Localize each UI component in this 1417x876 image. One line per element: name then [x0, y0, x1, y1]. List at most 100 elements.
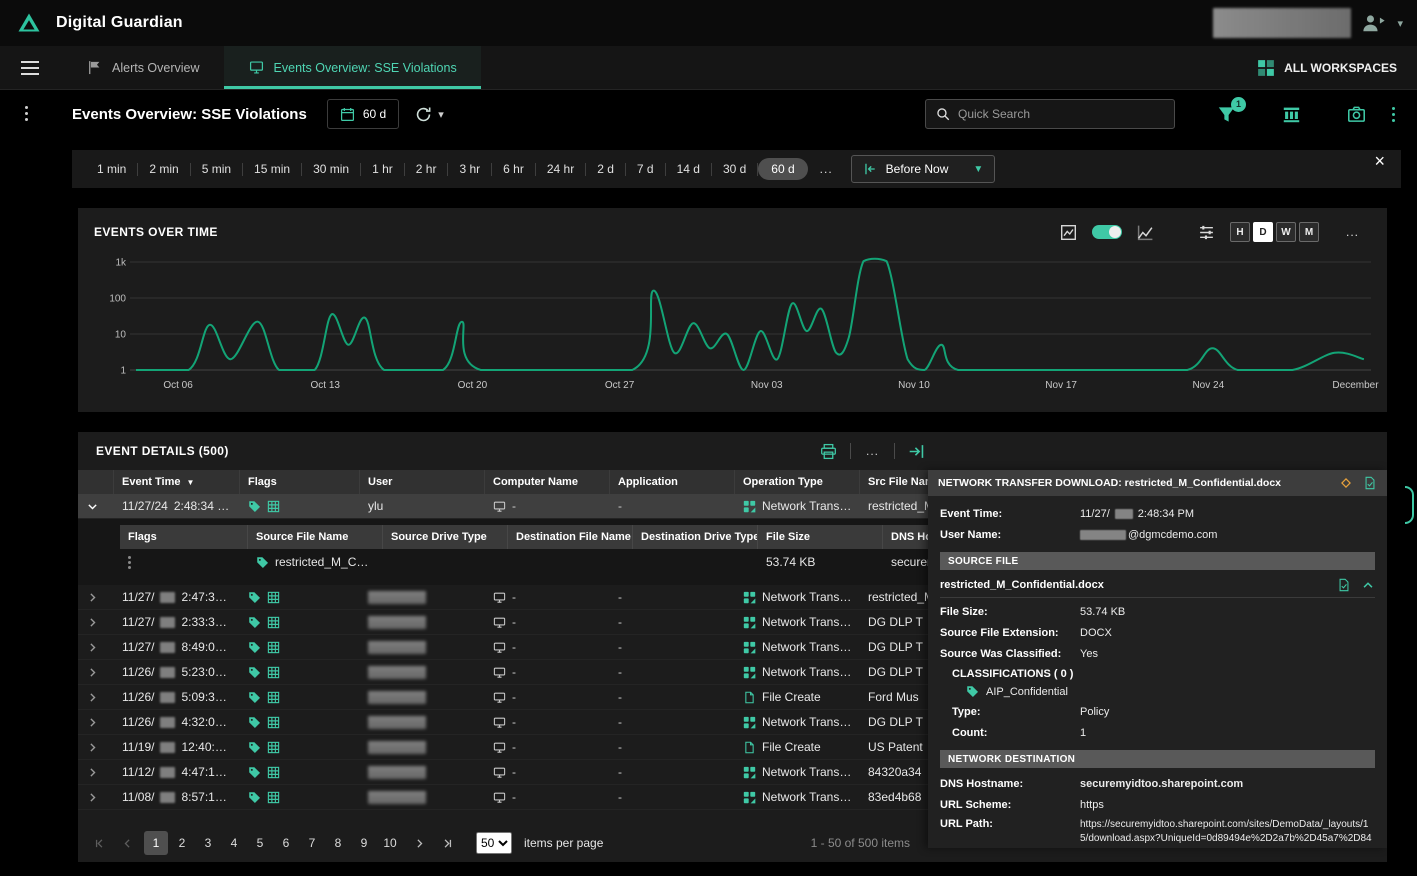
event-row[interactable]: 11/12/4:47:17 …--Network Transfer84320a3… [78, 760, 928, 785]
page-6-button[interactable]: 6 [274, 831, 298, 855]
policy-diamond-icon[interactable] [1339, 476, 1353, 490]
export-arrow-icon[interactable] [908, 443, 925, 460]
quick-search[interactable] [925, 99, 1175, 129]
granularity-h-button[interactable]: H [1230, 222, 1250, 242]
page-9-button[interactable]: 9 [352, 831, 376, 855]
time-range-option[interactable]: 2 min [138, 162, 189, 176]
event-row[interactable]: 11/19/12:40:3…--File CreateUS Patent [78, 735, 928, 760]
time-range-option[interactable]: 2 hr [405, 162, 448, 176]
time-range-option[interactable]: 2 d [586, 162, 625, 176]
time-range-option[interactable]: 24 hr [536, 162, 585, 176]
operation-type-cell: Network Transfer [735, 494, 860, 518]
more-ranges-button[interactable]: ... [808, 162, 845, 176]
time-range-option[interactable]: 1 min [86, 162, 137, 176]
time-range-option[interactable]: 30 d [712, 162, 757, 176]
details-more-button[interactable]: ... [864, 444, 881, 458]
table-columns-icon[interactable] [1282, 105, 1301, 124]
first-page-button[interactable] [86, 830, 112, 856]
page-menu-kebab-icon[interactable] [25, 106, 28, 121]
event-row[interactable]: 11/26/5:09:32 …--File CreateFord Mus [78, 685, 928, 710]
chevron-right-icon [86, 791, 99, 804]
search-input[interactable] [958, 107, 1164, 121]
page-5-button[interactable]: 5 [248, 831, 272, 855]
collapse-chevron-up-icon[interactable] [1361, 578, 1375, 592]
before-now-dropdown[interactable]: Before Now ▼ [851, 155, 996, 183]
time-range-option[interactable]: 7 d [626, 162, 665, 176]
snapshot-camera-icon[interactable] [1347, 105, 1366, 124]
previous-page-button[interactable] [114, 830, 140, 856]
refresh-icon[interactable] [415, 106, 432, 123]
time-range-option[interactable]: 15 min [243, 162, 301, 176]
items-per-page-select[interactable]: 50 [476, 832, 512, 854]
user-switch-icon[interactable] [1361, 13, 1387, 33]
application-cell: - [610, 710, 735, 734]
expand-row-button[interactable] [78, 685, 114, 709]
time-range-option[interactable]: 30 min [302, 162, 360, 176]
toolbar-more-kebab-icon[interactable] [1392, 107, 1395, 122]
column-header-application[interactable]: Application [610, 470, 735, 494]
event-row[interactable]: 11/27/2:33:34 …--Network TransferDG DLP … [78, 610, 928, 635]
expand-row-button[interactable] [78, 610, 114, 634]
time-grouping-icon[interactable] [1198, 224, 1215, 241]
event-row[interactable]: 11/26/5:23:02 …--Network TransferDG DLP … [78, 660, 928, 685]
scroll-indicator[interactable] [1405, 486, 1414, 524]
column-header-flags[interactable]: Flags [240, 470, 360, 494]
page-2-button[interactable]: 2 [170, 831, 194, 855]
date-range-button[interactable]: 60 d [327, 99, 399, 129]
column-header-src-file-name[interactable]: Src File Name [860, 470, 928, 494]
log-scale-toggle[interactable] [1092, 225, 1122, 239]
page-7-button[interactable]: 7 [300, 831, 324, 855]
chevron-down-icon[interactable]: ▾ [1397, 17, 1403, 30]
granularity-m-button[interactable]: M [1299, 222, 1319, 242]
event-row[interactable]: 11/08/8:57:18 …--Network Transfer83ed4b6… [78, 785, 928, 810]
file-check-icon[interactable] [1337, 578, 1351, 592]
expand-row-button[interactable] [78, 710, 114, 734]
event-row[interactable]: 11/26/4:32:00 …--Network TransferDG DLP … [78, 710, 928, 735]
event-row[interactable]: 11/27/8:49:05 …--Network TransferDG DLP … [78, 635, 928, 660]
page-10-button[interactable]: 10 [378, 831, 402, 855]
menu-icon[interactable] [20, 60, 40, 76]
user-cell [360, 610, 485, 634]
refresh-options-chevron-icon[interactable]: ▾ [438, 108, 444, 121]
collapse-row-button[interactable] [78, 494, 114, 518]
event-row[interactable]: 11/27/242:48:34 PMylu--Network Transferr… [78, 494, 928, 519]
chevron-right-icon [86, 591, 99, 604]
column-header-computer-name[interactable]: Computer Name [485, 470, 610, 494]
filter-icon[interactable]: 1 [1217, 105, 1236, 124]
page-3-button[interactable]: 3 [196, 831, 220, 855]
column-header-user[interactable]: User [360, 470, 485, 494]
column-header-event-time[interactable]: Event Time▼ [114, 470, 240, 494]
tab-alerts-overview[interactable]: Alerts Overview [62, 46, 224, 89]
next-page-button[interactable] [406, 830, 432, 856]
time-range-option[interactable]: 5 min [191, 162, 242, 176]
page-8-button[interactable]: 8 [326, 831, 350, 855]
time-range-option[interactable]: 3 hr [448, 162, 491, 176]
granularity-w-button[interactable]: W [1276, 222, 1296, 242]
close-icon[interactable]: × [1364, 150, 1395, 170]
tab-events-overview-sse-violations[interactable]: Events Overview: SSE Violations [224, 46, 481, 89]
time-range-option[interactable]: 14 d [666, 162, 711, 176]
expand-row-button[interactable] [78, 760, 114, 784]
time-range-option[interactable]: 1 hr [361, 162, 404, 176]
line-chart-icon[interactable] [1137, 224, 1154, 241]
column-header-operation-type[interactable]: Operation Type [735, 470, 860, 494]
expand-row-button[interactable] [78, 585, 114, 609]
expand-row-button[interactable] [78, 735, 114, 759]
event-row[interactable]: 11/27/2:47:34 …--Network Transferrestric… [78, 585, 928, 610]
time-range-option[interactable]: 6 hr [492, 162, 535, 176]
expand-row-button[interactable] [78, 635, 114, 659]
expand-row-button[interactable] [78, 785, 114, 809]
chart-image-icon[interactable] [1060, 224, 1077, 241]
nested-row[interactable]: restricted_M_Confidential.docx53.74 KBse… [120, 549, 928, 575]
file-check-icon[interactable] [1363, 476, 1377, 490]
chart-more-button[interactable]: ... [1334, 225, 1371, 239]
computer-cell: - [485, 660, 610, 684]
page-4-button[interactable]: 4 [222, 831, 246, 855]
all-workspaces-button[interactable]: ALL WORKSPACES [1237, 46, 1417, 89]
page-1-button[interactable]: 1 [144, 831, 168, 855]
time-range-option[interactable]: 60 d [758, 158, 807, 180]
expand-row-button[interactable] [78, 660, 114, 684]
last-page-button[interactable] [434, 830, 460, 856]
print-report-icon[interactable] [820, 443, 837, 460]
granularity-d-button[interactable]: D [1253, 222, 1273, 242]
